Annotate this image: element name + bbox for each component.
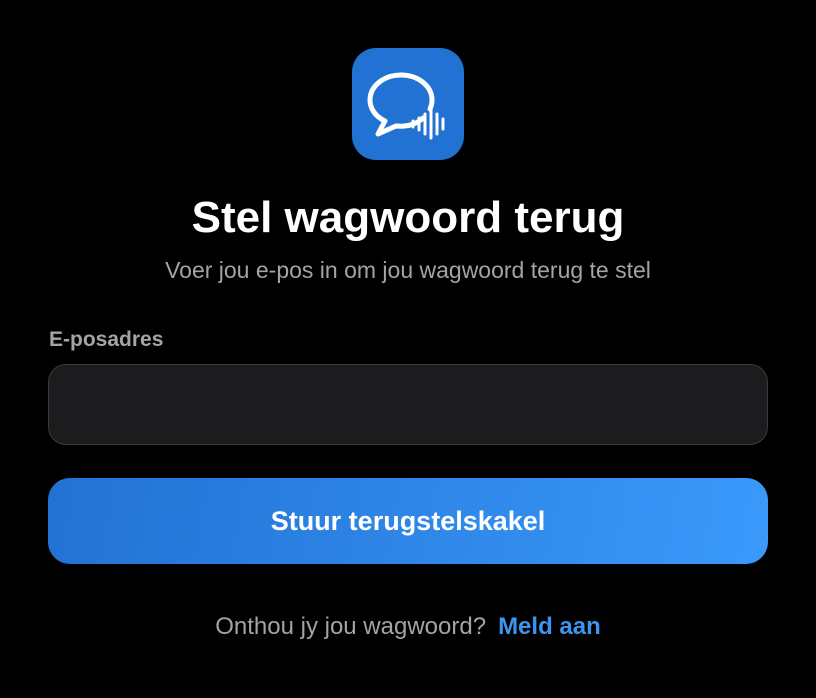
page-title: Stel wagwoord terug xyxy=(191,193,625,242)
email-field[interactable] xyxy=(48,364,768,445)
chat-bubble-waveform-icon xyxy=(367,72,445,140)
footer-prompt: Onthou jy jou wagwoord? xyxy=(215,613,487,640)
reset-password-screen: Stel wagwoord terug Voer jou e-pos in om… xyxy=(0,0,816,698)
app-icon xyxy=(352,48,464,160)
send-reset-link-button[interactable]: Stuur terugstelskakel xyxy=(48,478,768,564)
email-label: E-posadres xyxy=(49,328,164,351)
signin-link[interactable]: Meld aan xyxy=(498,613,601,640)
page-subtitle: Voer jou e-pos in om jou wagwoord terug … xyxy=(165,257,651,283)
footer: Onthou jy jou wagwoord? Meld aan xyxy=(0,612,816,642)
